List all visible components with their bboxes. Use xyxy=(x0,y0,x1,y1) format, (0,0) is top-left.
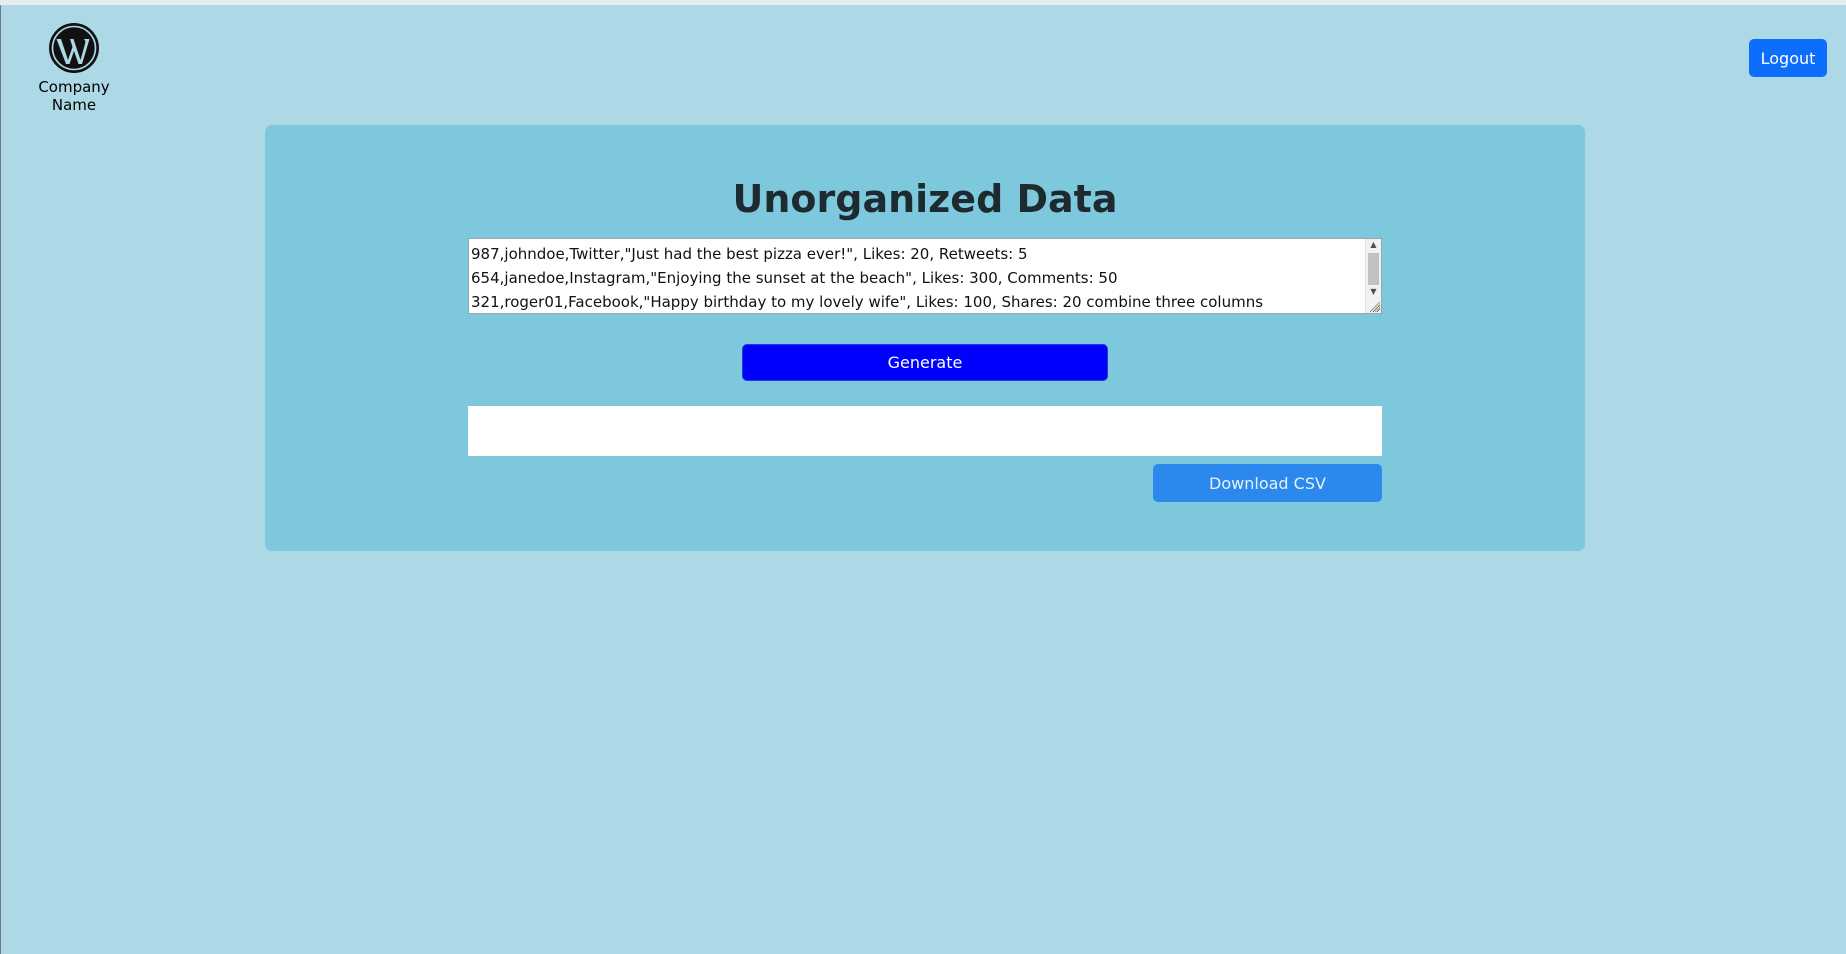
download-csv-button[interactable]: Download CSV xyxy=(1153,464,1382,502)
unorganized-data-input[interactable]: 987,johndoe,Twitter,"Just had the best p… xyxy=(468,238,1382,314)
resize-grip-icon[interactable] xyxy=(1370,302,1380,312)
scroll-up-icon[interactable]: ▲ xyxy=(1366,239,1381,251)
page-title: Unorganized Data xyxy=(732,177,1118,221)
data-panel: Unorganized Data 987,johndoe,Twitter,"Ju… xyxy=(265,125,1585,551)
scroll-down-icon[interactable]: ▼ xyxy=(1366,286,1381,298)
input-line: 321,roger01,Facebook,"Happy birthday to … xyxy=(471,293,1264,311)
brand: Company Name xyxy=(14,22,134,114)
wordpress-logo-icon xyxy=(49,23,99,73)
generate-button[interactable]: Generate xyxy=(742,344,1108,381)
company-name: Company Name xyxy=(38,78,110,114)
window-left-border xyxy=(0,5,1,954)
scroll-thumb[interactable] xyxy=(1368,253,1379,285)
logout-button[interactable]: Logout xyxy=(1749,39,1827,77)
input-scrollbar[interactable]: ▲ ▼ xyxy=(1365,239,1381,313)
output-box xyxy=(468,406,1382,456)
input-line: 654,janedoe,Instagram,"Enjoying the suns… xyxy=(471,269,1118,287)
window-top-border xyxy=(0,0,1846,5)
input-line: 987,johndoe,Twitter,"Just had the best p… xyxy=(471,245,1028,263)
